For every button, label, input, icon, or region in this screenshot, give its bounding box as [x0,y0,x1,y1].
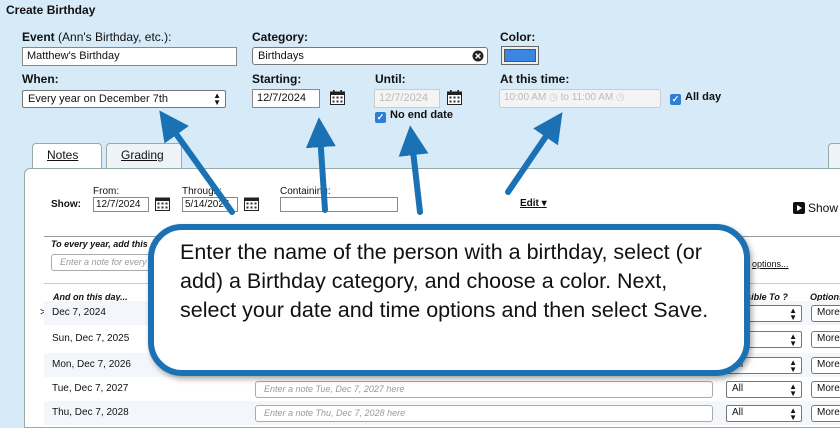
arrow-to-starting [305,117,336,213]
arrow-to-until [398,125,429,215]
instruction-callout: Enter the name of the person with a birt… [148,224,750,376]
arrow-to-time [505,112,563,195]
arrow-to-when [159,110,235,215]
